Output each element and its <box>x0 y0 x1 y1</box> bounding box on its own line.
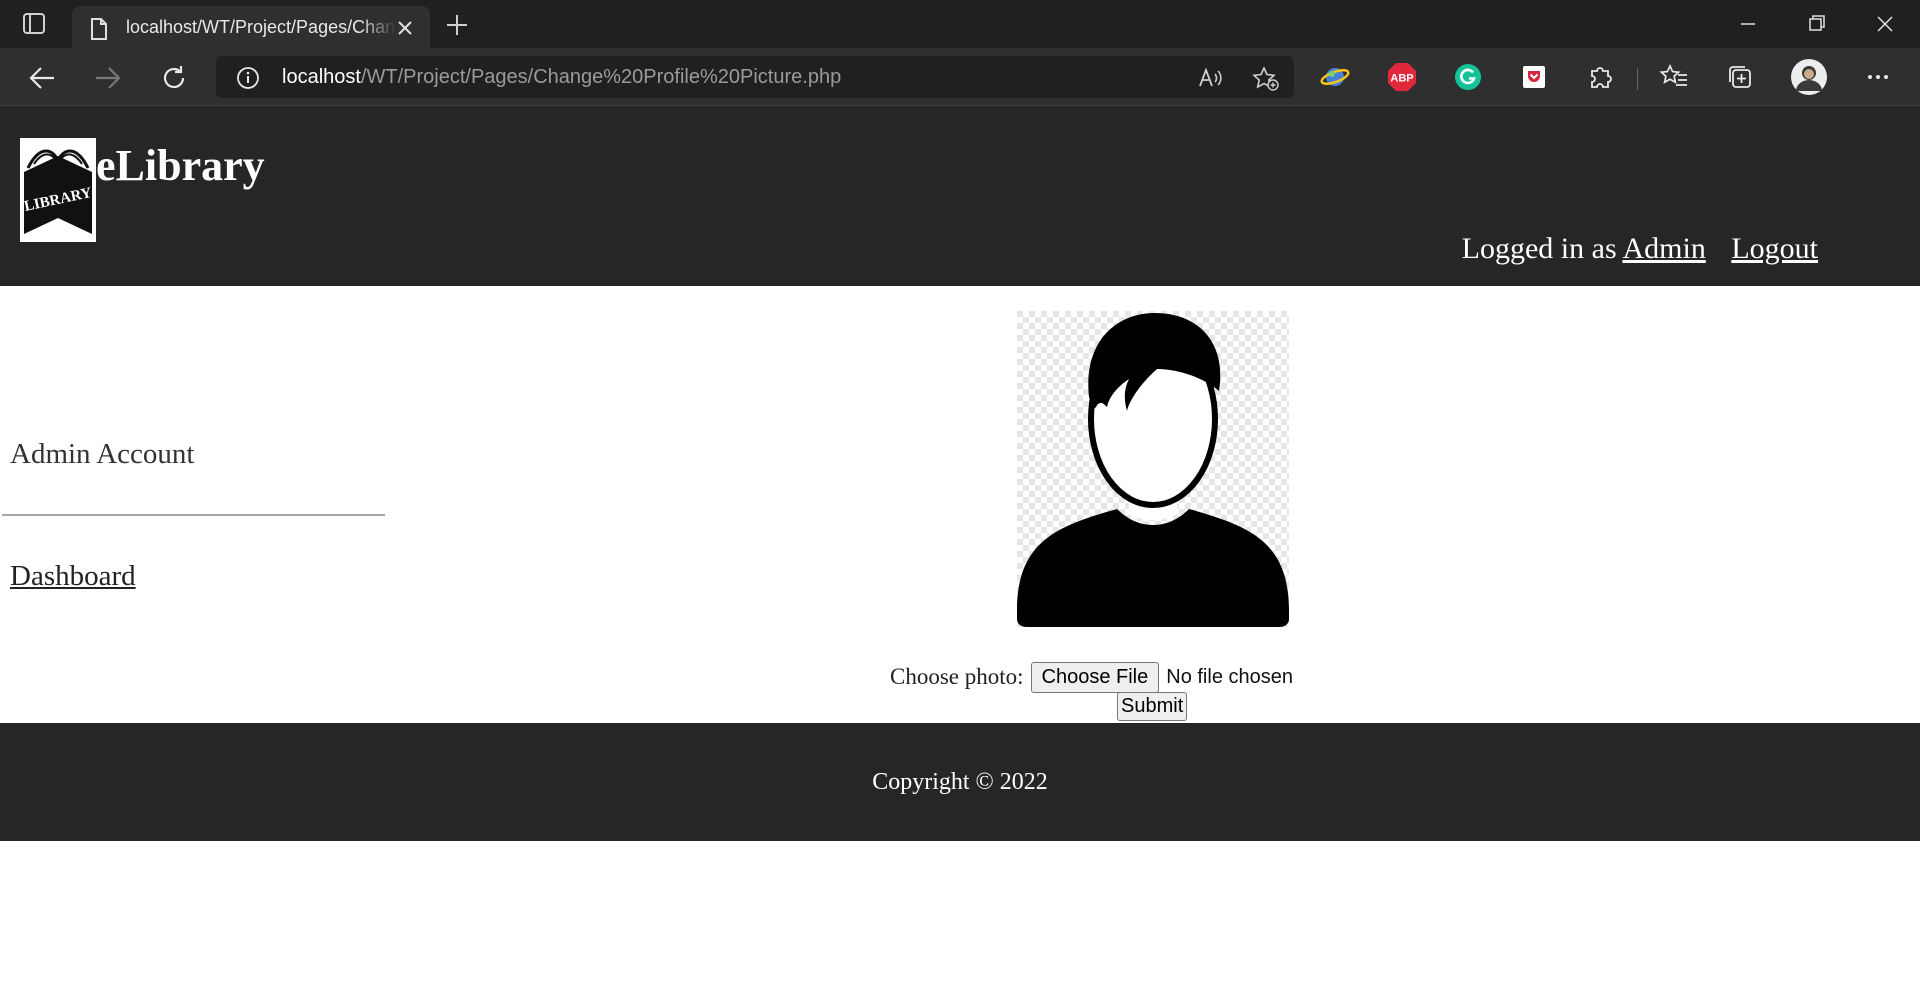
library-logo: LIBRARY <box>20 138 96 242</box>
info-icon[interactable] <box>236 66 260 95</box>
login-status: Logged in as Admin Logout <box>1462 232 1818 266</box>
copyright-text: Copyright © 2022 <box>872 769 1048 795</box>
logout-link[interactable]: Logout <box>1731 232 1818 265</box>
address-bar[interactable]: localhost/WT/Project/Pages/Change%20Prof… <box>216 56 1294 98</box>
site-brand-title: eLibrary <box>96 141 265 190</box>
extension-globe-icon[interactable] <box>1320 61 1352 93</box>
extensions-puzzle-icon[interactable] <box>1584 61 1616 93</box>
forward-arrow-icon[interactable] <box>90 60 126 96</box>
adblock-label: ABP <box>1390 73 1413 85</box>
submit-button[interactable]: Submit <box>1117 692 1188 721</box>
choose-file-button[interactable]: Choose File <box>1030 661 1160 693</box>
file-status-text: No file chosen <box>1166 665 1293 688</box>
close-icon[interactable] <box>394 17 416 39</box>
site-footer: Copyright © 2022 <box>0 723 1920 841</box>
profile-picture <box>1017 311 1289 627</box>
upload-form: Choose photo: Choose File No file chosen <box>890 661 1293 693</box>
add-favorite-icon[interactable] <box>1252 66 1279 91</box>
browser-tab-bar: localhost/WT/Project/Pages/Change Profil… <box>0 0 1920 48</box>
logged-in-label: Logged in as <box>1461 232 1617 265</box>
back-arrow-icon[interactable] <box>24 60 60 96</box>
site-header: LIBRARY eLibrary Logged in as Admin Logo… <box>0 106 1920 286</box>
sidebar-divider <box>2 514 385 516</box>
active-tab[interactable]: localhost/WT/Project/Pages/Change Profil… <box>72 6 430 48</box>
minimize-icon[interactable] <box>1724 8 1772 40</box>
choose-photo-label: Choose photo: <box>890 664 1024 689</box>
collections-icon[interactable] <box>1724 61 1756 93</box>
plus-icon[interactable] <box>444 12 470 38</box>
page-icon <box>88 17 110 46</box>
tab-title: localhost/WT/Project/Pages/Change Profil… <box>126 17 396 38</box>
restore-icon[interactable] <box>1792 8 1840 40</box>
grammarly-icon[interactable] <box>1452 61 1484 93</box>
toolbar-divider <box>1637 68 1638 90</box>
sidebar-item-dashboard[interactable]: Dashboard <box>10 560 136 593</box>
admin-profile-link[interactable]: Admin <box>1622 232 1705 265</box>
close-window-icon[interactable] <box>1861 8 1909 40</box>
adblock-plus-icon[interactable]: ABP <box>1386 61 1418 93</box>
tab-actions-icon[interactable] <box>18 12 52 36</box>
browser-toolbar: localhost/WT/Project/Pages/Change%20Prof… <box>0 48 1920 106</box>
sidebar-title: Admin Account <box>10 438 195 470</box>
url-text[interactable]: localhost/WT/Project/Pages/Change%20Prof… <box>282 66 841 89</box>
url-path: /WT/Project/Pages/Change%20Profile%20Pic… <box>360 66 842 88</box>
more-icon[interactable] <box>1862 61 1894 93</box>
read-aloud-icon[interactable] <box>1198 66 1224 90</box>
url-host: localhost <box>282 66 361 88</box>
profile-avatar-icon[interactable] <box>1790 58 1828 96</box>
sidebar: Admin Account Dashboard <box>0 286 390 723</box>
favorites-icon[interactable] <box>1658 61 1690 93</box>
pocket-icon[interactable] <box>1518 61 1550 93</box>
refresh-icon[interactable] <box>156 60 192 96</box>
